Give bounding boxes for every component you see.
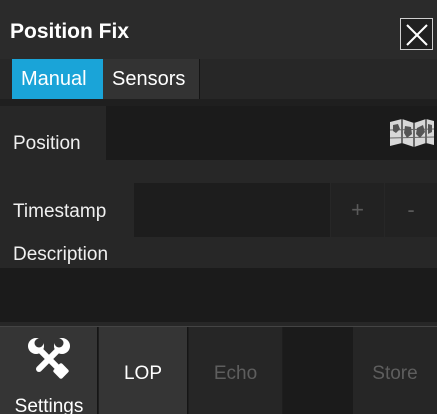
tab-divider [0, 99, 437, 106]
description-label: Description [13, 244, 109, 265]
timestamp-label: Timestamp [13, 201, 107, 222]
settings-button[interactable]: Settings [0, 327, 98, 414]
store-label: Store [372, 363, 418, 384]
position-label: Position [13, 133, 81, 154]
tab-bar: Manual Sensors [12, 59, 200, 99]
settings-label: Settings [14, 396, 84, 414]
toolbar-spacer [283, 327, 353, 414]
plus-label: + [351, 197, 364, 222]
title-bar: Position Fix [0, 0, 437, 59]
map-button[interactable] [387, 106, 437, 160]
store-button[interactable]: Store [353, 327, 437, 414]
close-button[interactable] [400, 18, 433, 50]
timestamp-increment-button[interactable]: + [331, 183, 384, 237]
close-icon [406, 24, 428, 46]
tab-sensors[interactable]: Sensors [103, 59, 200, 99]
echo-button[interactable]: Echo [189, 327, 282, 414]
tools-icon [28, 338, 70, 379]
description-input[interactable] [0, 268, 437, 322]
tab-manual[interactable]: Manual [12, 59, 103, 99]
timestamp-decrement-button[interactable]: - [385, 183, 437, 237]
position-input[interactable] [106, 106, 387, 160]
lop-button[interactable]: LOP [99, 327, 188, 414]
timestamp-input[interactable] [134, 183, 330, 237]
bottom-toolbar: Settings LOP Echo Store [0, 326, 437, 414]
lop-label: LOP [123, 363, 163, 384]
map-icon [389, 119, 435, 147]
echo-label: Echo [213, 363, 258, 384]
window-title: Position Fix [10, 20, 130, 43]
minus-label: - [407, 197, 415, 222]
